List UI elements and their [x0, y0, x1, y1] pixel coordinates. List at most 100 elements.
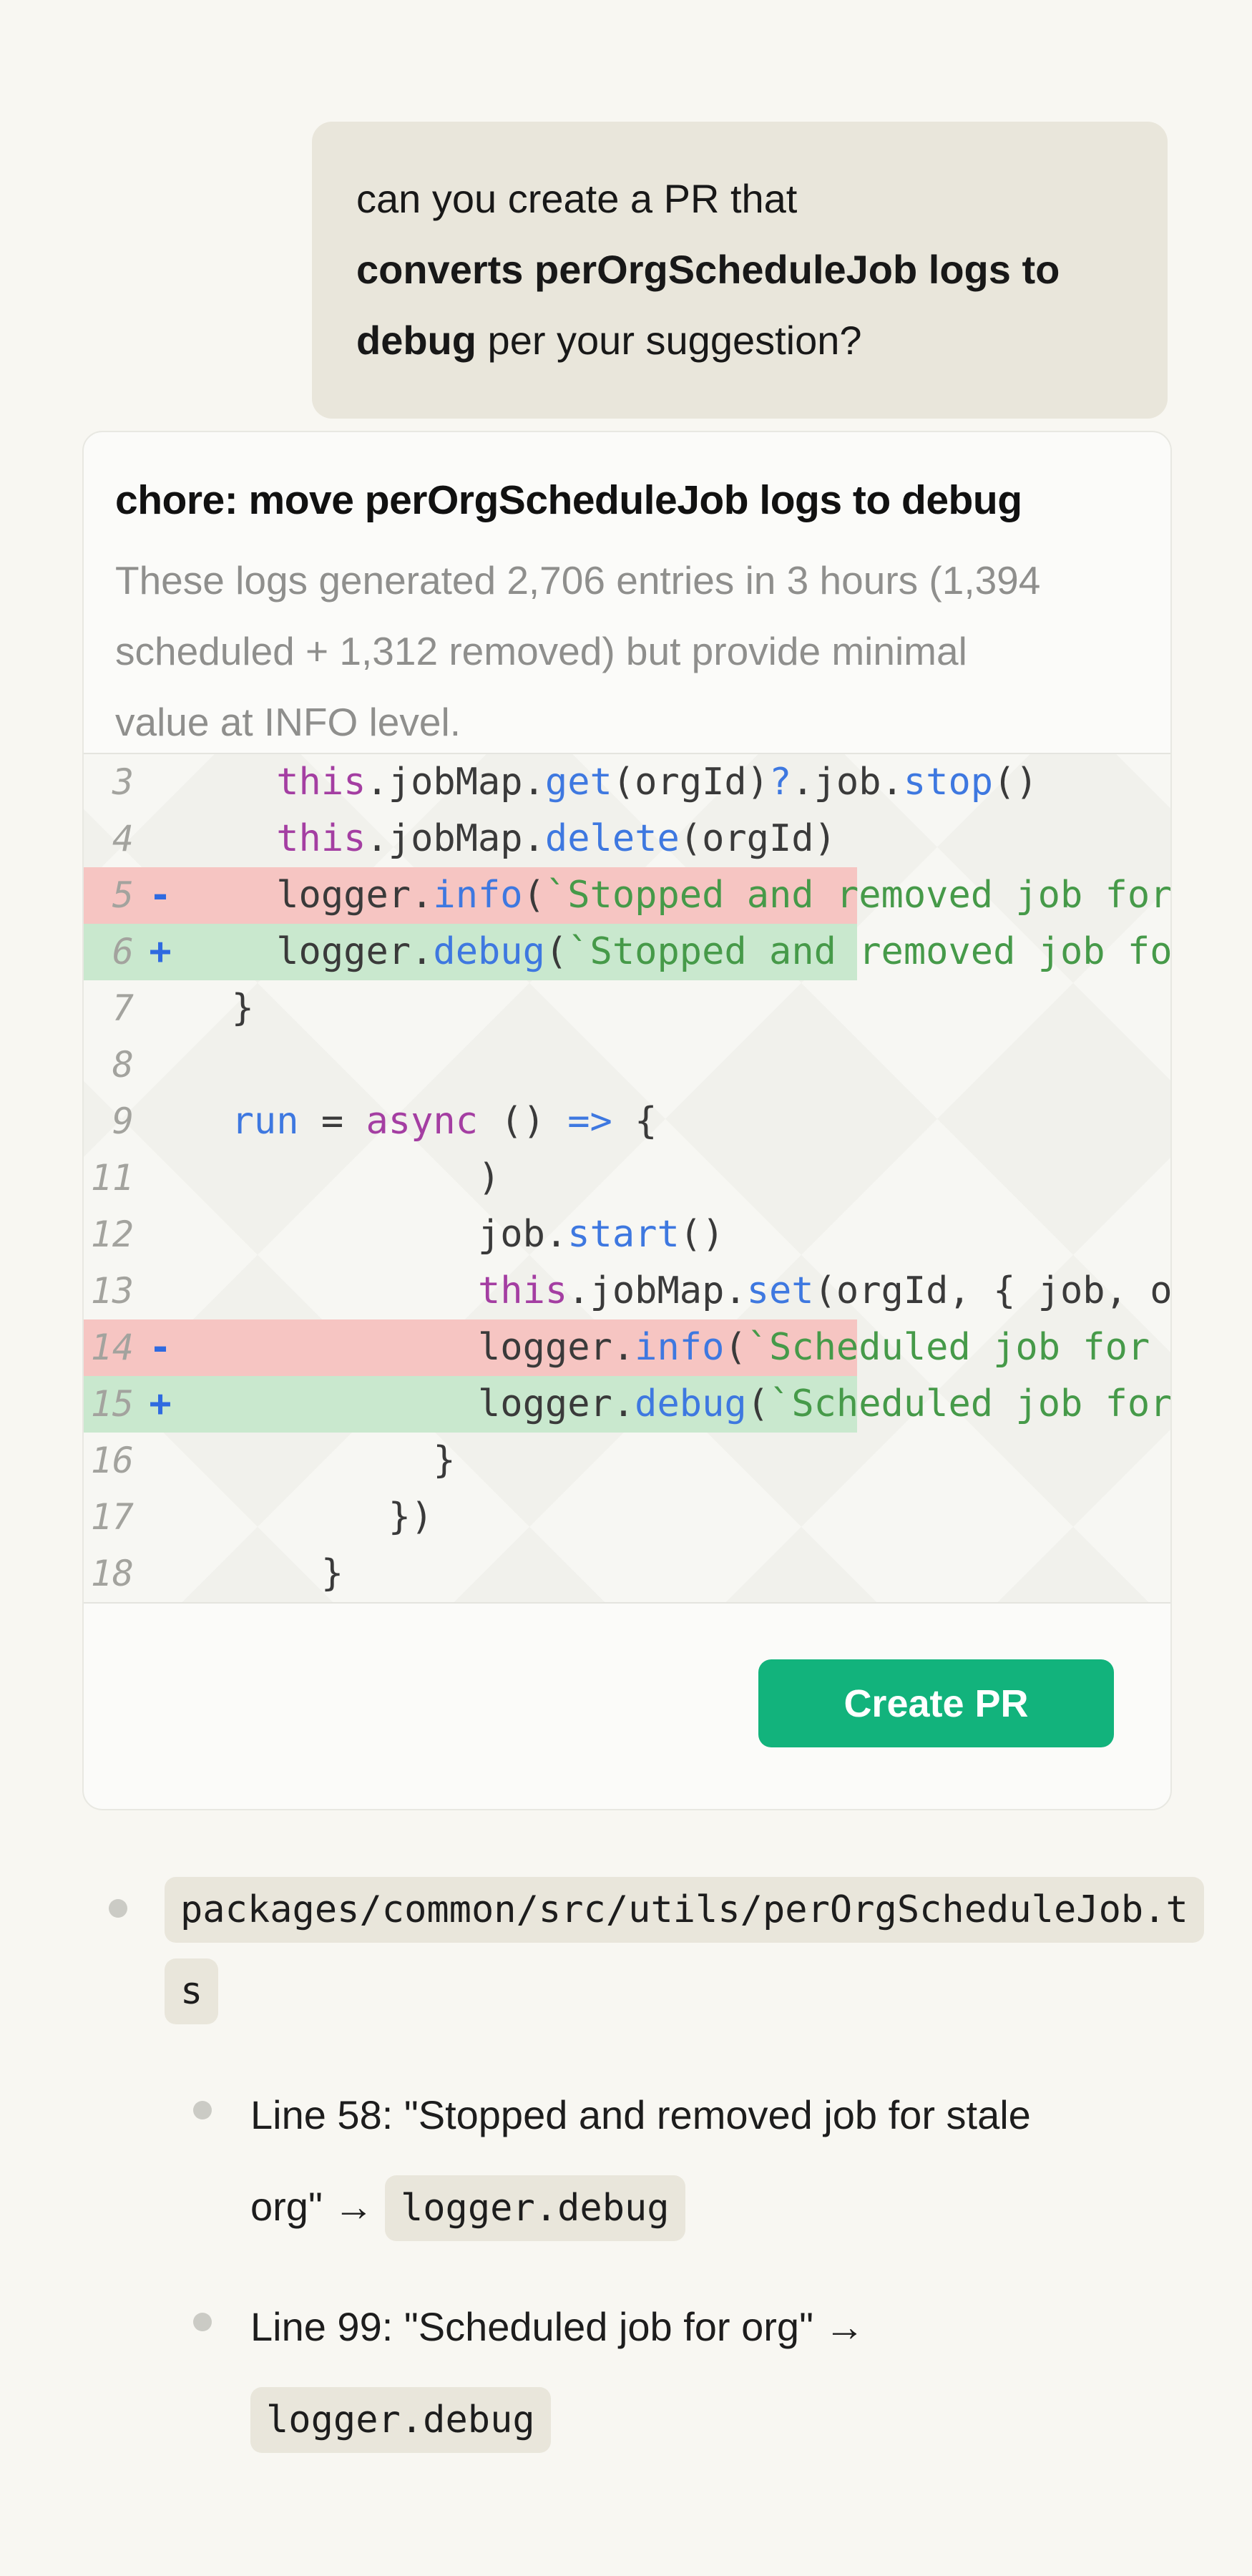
change-target-line: logger.debug [250, 2374, 1192, 2464]
diff-marker-empty [134, 980, 187, 1037]
diff-row: 14- logger.info(`Scheduled job for org $… [82, 1319, 1172, 1376]
line-number: 11 [82, 1150, 134, 1206]
line-number: 13 [82, 1263, 134, 1319]
code-token-pun: logger. [478, 1326, 635, 1369]
code-token-fn: start [567, 1213, 680, 1256]
code-token-pun: } [232, 987, 254, 1030]
code-token-pun: () [993, 761, 1038, 804]
changes-summary-list: packages/common/src/utils/perOrgSchedule… [107, 1869, 1192, 2502]
diff-row: 9 run = async () => { [82, 1093, 1172, 1150]
pr-card: chore: move perOrgScheduleJob logs to de… [82, 431, 1172, 1810]
code-line: this.jobMap.get(orgId)?.job.stop() [187, 754, 1172, 811]
line-number: 18 [82, 1546, 134, 1602]
diff-marker-empty [134, 1150, 187, 1206]
code-token-kw: this [478, 1269, 567, 1312]
diff-row: 15+ logger.debug(`Scheduled job for org … [82, 1376, 1172, 1433]
diff-plus-marker: + [134, 924, 187, 980]
pr-description-line: value at INFO level. [115, 687, 1142, 758]
diff-marker-empty [134, 1206, 187, 1263]
create-pr-button[interactable]: Create PR [758, 1659, 1114, 1747]
code-line: this.jobMap.delete(orgId) [187, 811, 1172, 867]
pr-title: chore: move perOrgScheduleJob logs to de… [115, 477, 1139, 524]
line-number: 14 [82, 1319, 134, 1376]
diff-row: 18 } [82, 1546, 1172, 1602]
code-token-pun: { [612, 1100, 657, 1143]
code-token-pun: () [478, 1100, 567, 1143]
pr-description: These logs generated 2,706 entries in 3 … [115, 545, 1142, 758]
code-line: } [187, 1546, 1172, 1602]
code-token-pun: ( [523, 874, 545, 917]
line-number: 16 [82, 1433, 134, 1489]
change-description: Line 99: "Scheduled job for org" → logger… [250, 2290, 1192, 2464]
change-text-line: Line 99: "Scheduled job for org" → [250, 2290, 1192, 2364]
code-line: logger.info(`Scheduled job for org ${ [187, 1319, 1172, 1376]
code-token-pun: logger. [276, 874, 433, 917]
diff-marker-empty [134, 1433, 187, 1489]
code-line: run = async () => { [187, 1093, 1172, 1150]
diff-plus-marker: + [134, 1376, 187, 1433]
code-token-kw: this [276, 817, 366, 860]
code-token-pun: .jobMap. [366, 761, 544, 804]
code-token-str: `Scheduled job for org ${ [769, 1382, 1172, 1425]
line-number: 5 [82, 867, 134, 924]
code-token-fn: stop [904, 761, 993, 804]
change-text-line: Line 58: "Stopped and removed job for st… [250, 2078, 1192, 2152]
file-change-sublist: Line 58: "Stopped and removed job for st… [193, 2078, 1192, 2464]
logger-debug-chip: logger.debug [385, 2175, 685, 2241]
code-token-pun: logger. [478, 1382, 635, 1425]
bullet-icon [193, 2313, 212, 2331]
diff-row: 16 } [82, 1433, 1172, 1489]
code-line: job.start() [187, 1206, 1172, 1263]
diff-row: 6+ logger.debug(`Stopped and removed job… [82, 924, 1172, 980]
code-line: this.jobMap.set(orgId, { job, org [187, 1263, 1172, 1319]
user-message-line: can you create a PR that [356, 163, 1123, 234]
chat-page: { "colors": { "page_bg": "#f8f7f2", "bub… [0, 0, 1252, 2576]
diff-marker-empty [134, 754, 187, 811]
line-number: 8 [82, 1037, 134, 1093]
diff-marker-empty [134, 811, 187, 867]
bullet-icon [193, 2101, 212, 2119]
code-token-pun: (orgId) [612, 761, 769, 804]
diff-minus-marker: - [134, 1319, 187, 1376]
code-line: }) [187, 1489, 1172, 1546]
code-token-kw: async [366, 1100, 478, 1143]
code-token-pun: .job. [791, 761, 904, 804]
code-token-pun: logger. [276, 930, 433, 973]
line-number: 15 [82, 1376, 134, 1433]
line-number: 7 [82, 980, 134, 1037]
pr-description-line: scheduled + 1,312 removed) but provide m… [115, 616, 1142, 687]
line-number: 4 [82, 811, 134, 867]
code-token-pun: ) [478, 1156, 500, 1199]
code-token-str: `Stopped and removed job for stale org [567, 930, 1172, 973]
line-number: 17 [82, 1489, 134, 1546]
diff-view[interactable]: 3 this.jobMap.get(orgId)?.job.stop()4 th… [82, 753, 1172, 1604]
file-path-chip: packages/common/src/utils/perOrgSchedule… [165, 1877, 1204, 2024]
code-token-fn: debug [433, 930, 545, 973]
code-token-str: `Stopped and removed job for stale org [545, 874, 1172, 917]
line-number: 12 [82, 1206, 134, 1263]
code-token-fn: get [545, 761, 612, 804]
change-description: Line 58: "Stopped and removed job for st… [250, 2078, 1192, 2253]
logger-debug-chip: logger.debug [250, 2387, 551, 2453]
code-token-fn: info [635, 1326, 724, 1369]
diff-row: 11 ) [82, 1150, 1172, 1206]
user-message-line: converts perOrgScheduleJob logs to [356, 234, 1123, 305]
diff-row: 12 job.start() [82, 1206, 1172, 1263]
code-line: } [187, 980, 1172, 1037]
diff-row: 17 }) [82, 1489, 1172, 1546]
diff-row: 7 } [82, 980, 1172, 1037]
pr-description-line: These logs generated 2,706 entries in 3 … [115, 545, 1142, 616]
list-item-change: Line 58: "Stopped and removed job for st… [193, 2078, 1192, 2253]
code-token-str: `Scheduled job for org ${ [747, 1326, 1172, 1369]
diff-row: 4 this.jobMap.delete(orgId) [82, 811, 1172, 867]
list-item-file: packages/common/src/utils/perOrgSchedule… [107, 1869, 1192, 2464]
diff-minus-marker: - [134, 867, 187, 924]
code-token-pun: job. [478, 1213, 567, 1256]
code-token-pun: () [680, 1213, 725, 1256]
code-line: logger.debug(`Scheduled job for org ${ [187, 1376, 1172, 1433]
code-token-pun: (orgId, { job, org [814, 1269, 1172, 1312]
code-line [187, 1037, 1172, 1093]
list-item-change: Line 99: "Scheduled job for org" → logger… [193, 2290, 1192, 2464]
code-token-pun: = [299, 1100, 366, 1143]
code-token-pun: ( [545, 930, 567, 973]
